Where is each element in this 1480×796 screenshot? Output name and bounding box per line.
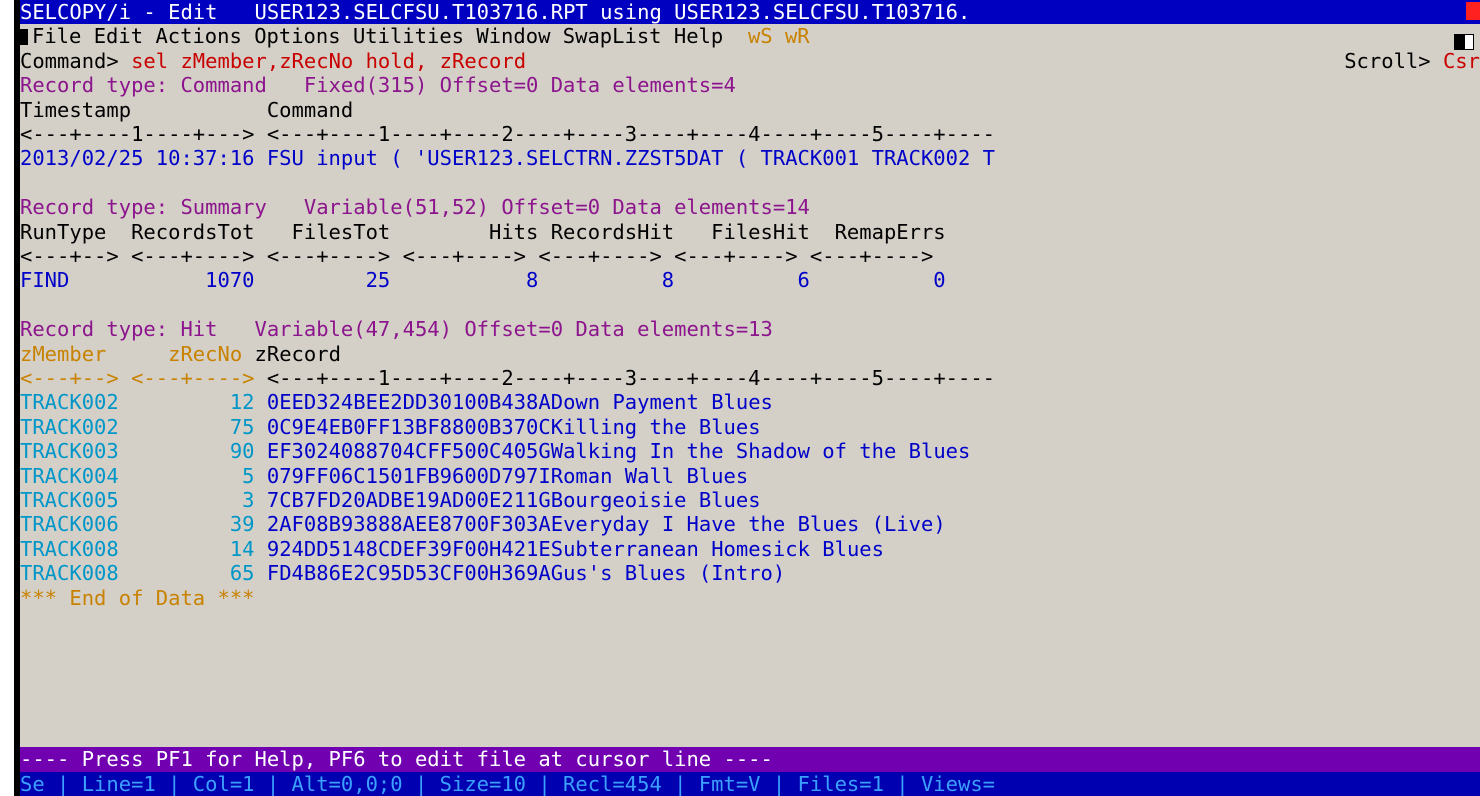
command-section-columns: Timestamp Command <box>20 97 354 122</box>
command-line: Command> sel zMember,zRecNo hold, zRecor… <box>20 49 1480 73</box>
maximize-icon[interactable] <box>1454 34 1464 50</box>
summary-section-header: Record type: Summary Variable(51,52) Off… <box>20 195 810 220</box>
status-bar: Se | Line=1 | Col=1 | Alt=0,0;0 | Size=1… <box>20 771 1480 796</box>
menu-help[interactable]: Help <box>674 24 723 48</box>
menu-options[interactable]: Options <box>254 24 340 48</box>
menu-file[interactable]: File <box>32 24 81 48</box>
close-icon[interactable] <box>1466 2 1480 20</box>
hit-row[interactable]: TRACK008 14 924DD5148CDEF39F00H421ESubte… <box>20 537 1480 561</box>
hit-record: 0EED324BEE2DD30100B438ADown Payment Blue… <box>266 390 773 415</box>
menu-utilities[interactable]: Utilities <box>353 24 464 48</box>
hit-ruler-left: <---+--> <---+----> <box>20 366 255 390</box>
col-zrecno: zRecNo <box>168 341 243 366</box>
hit-member: TRACK004 <box>20 463 119 488</box>
scroll-field: Scroll> Csr <box>1344 49 1480 73</box>
terminal-screen: SELCOPY/i - Edit USER123.SELCFSU.T103716… <box>20 0 1480 796</box>
message-bar: ---- Press PF1 for Help, PF6 to edit fil… <box>20 747 1480 772</box>
col-zrecord: zRecord <box>254 341 341 366</box>
hit-record: FD4B86E2C95D53CF00H369AGus's Blues (Intr… <box>266 561 786 586</box>
hit-member: TRACK003 <box>20 439 119 464</box>
menu-actions[interactable]: Actions <box>155 24 241 48</box>
hit-record: 7CB7FD20ADBE19AD00E211GBourgeoisie Blues <box>266 488 761 512</box>
hit-section-ruler: <---+--> <---+----> <---+----1----+----2… <box>20 366 1480 390</box>
hit-row[interactable]: TRACK002 12 0EED324BEE2DD30100B438ADown … <box>20 390 1480 414</box>
menu-cursor-icon <box>20 29 28 46</box>
hit-member: TRACK006 <box>20 512 119 537</box>
col-zmember: zMember <box>20 341 107 366</box>
title-bar: SELCOPY/i - Edit USER123.SELCFSU.T103716… <box>20 0 1480 25</box>
command-section-row[interactable]: 2013/02/25 10:37:16 FSU input ( 'USER123… <box>20 146 1480 170</box>
hit-member: TRACK002 <box>20 390 119 415</box>
hit-recno: 75 <box>229 414 255 439</box>
title-file: USER123.SELCFSU.T103716.RPT using USER12… <box>254 0 971 24</box>
command-label: Command> <box>20 48 119 73</box>
hit-row[interactable]: TRACK004 5 079FF06C1501FB9600D797IRoman … <box>20 464 1480 488</box>
hit-row[interactable]: TRACK005 3 7CB7FD20ADBE19AD00E211GBourge… <box>20 488 1480 512</box>
command-section-ruler: <---+----1----+---> <---+----1----+----2… <box>20 122 996 146</box>
hit-recno: 65 <box>229 561 255 586</box>
hit-record: 2AF08B93888AEE8700F303AEveryday I Have t… <box>266 512 946 537</box>
hit-member: TRACK005 <box>20 488 119 512</box>
hit-recno: 39 <box>229 512 255 537</box>
title-app: SELCOPY/i - Edit <box>20 0 218 24</box>
hit-recno: 3 <box>242 488 255 512</box>
hit-recno: 5 <box>242 463 255 488</box>
command-input[interactable]: sel zMember,zRecNo hold, zRecord <box>131 49 526 73</box>
menu-wr[interactable]: wR <box>785 24 810 48</box>
hit-recno: 12 <box>229 390 255 415</box>
hit-recno: 14 <box>229 536 255 561</box>
restore-icon[interactable] <box>1464 34 1474 50</box>
menu-bar: File Edit Actions Options Utilities Wind… <box>20 24 1480 48</box>
scroll-label: Scroll> <box>1344 48 1431 73</box>
summary-section-columns: RunType RecordsTot FilesTot Hits Records… <box>20 219 946 244</box>
menu-ws[interactable]: wS <box>748 24 773 48</box>
command-section-header: Record type: Command Fixed(315) Offset=0… <box>20 73 736 98</box>
hit-member: TRACK008 <box>20 536 119 561</box>
scroll-input[interactable]: Csr <box>1443 49 1480 73</box>
menu-swaplist[interactable]: SwapList <box>563 24 662 48</box>
hit-section-columns: zMember zRecNo zRecord <box>20 342 1480 366</box>
hit-record: 0C9E4EB0FF13BF8800B370CKilling the Blues <box>266 414 761 439</box>
hit-record: EF3024088704CFF500C405GWalking In the Sh… <box>266 439 971 464</box>
hit-row[interactable]: TRACK002 75 0C9E4EB0FF13BF8800B370CKilli… <box>20 415 1480 439</box>
summary-section-row[interactable]: FIND 1070 25 8 8 6 0 <box>20 268 1480 292</box>
hit-record: 079FF06C1501FB9600D797IRoman Wall Blues <box>266 463 749 488</box>
hit-recno: 90 <box>229 439 255 464</box>
hit-member: TRACK002 <box>20 414 119 439</box>
hit-section-header: Record type: Hit Variable(47,454) Offset… <box>20 317 773 342</box>
hit-row[interactable]: TRACK003 90 EF3024088704CFF500C405GWalki… <box>20 439 1480 463</box>
menu-window[interactable]: Window <box>476 24 550 48</box>
hit-ruler-right: <---+----1----+----2----+----3----+----4… <box>266 366 996 390</box>
hit-row[interactable]: TRACK008 65 FD4B86E2C95D53CF00H369AGus's… <box>20 561 1480 585</box>
hit-record: 924DD5148CDEF39F00H421ESubterranean Home… <box>266 536 884 561</box>
summary-section-ruler: <---+--> <---+----> <---+----> <---+----… <box>20 244 934 268</box>
hit-row[interactable]: TRACK006 39 2AF08B93888AEE8700F303AEvery… <box>20 512 1480 536</box>
end-of-data: *** End of Data *** <box>20 585 255 610</box>
menu-edit[interactable]: Edit <box>94 24 143 48</box>
hit-member: TRACK008 <box>20 561 119 586</box>
